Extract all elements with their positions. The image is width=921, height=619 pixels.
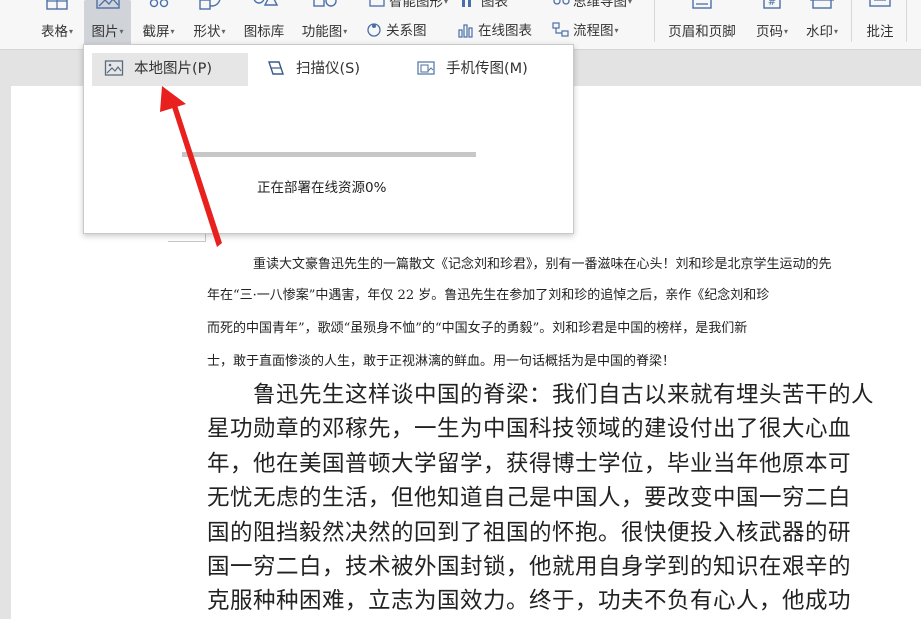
mindmap-label: 思维导图 [573,0,627,10]
shape-icon [198,0,220,10]
progress-status-text: 正在部署在线资源0% [257,180,387,196]
ribbon-separator [851,0,852,42]
paragraph-line: 国一穷二白，技术被外国封锁，他就用自身学到的知识在艰辛的 [207,554,852,580]
chevron-down-icon: ▾ [628,0,633,6]
picture-button[interactable]: 图片▾ [84,0,131,46]
icon-library-button[interactable]: 图标库 [239,0,289,46]
paragraph-line: 鲁迅先生这样谈中国的脊梁：我们自古以来就有埋头苦干的人 [253,382,875,408]
chart-icon [460,0,478,9]
scanner-icon [266,57,286,75]
flowchart-button[interactable]: 流程图▾ [552,19,619,41]
function-chart-button[interactable]: 功能图▾ [296,0,353,46]
mindmap-button[interactable]: 思维导图▾ [552,0,632,12]
chart-label: 图表 [481,0,508,10]
relation-chart-button[interactable]: 关系图 [365,19,427,41]
paragraph-line: 年在“三·一八惨案”中遇害，年仅 22 岁。鲁迅先生在参加了刘和珍的追悼之后，亲… [207,288,770,303]
smartart-icon [368,0,386,9]
header-footer-label: 页眉和页脚 [668,24,736,40]
local-picture-item[interactable]: 本地图片(P) [92,53,248,86]
paragraph-line: 重读大文豪鲁迅先生的一篇散文《记念刘和珍君》，别有一番滋味在心头！刘和珍是北京学… [253,257,832,272]
paragraph-line: 无忧无虑的生活，但他知道自己是中国人，要改变中国一穷二白 [207,485,852,511]
chevron-down-icon: ▾ [343,27,348,36]
picture-insert-dropdown: 本地图片(P) 扫描仪(S) 手机传图(M) 正在部署在线资源0% [83,44,574,234]
picture-button-label: 图片 [91,24,119,40]
ribbon-separator [906,0,907,42]
page-number-icon: # [763,0,781,9]
comment-icon [869,0,891,7]
phone-upload-item[interactable]: 手机传图(M) [412,53,562,86]
chevron-down-icon: ▾ [614,26,619,35]
picture-icon [95,0,120,9]
chevron-down-icon: ▾ [68,27,73,36]
paragraph-line: 克服种种困难，立志为国效力。终于，功夫不负有心人，他成功 [207,588,852,614]
header-footer-icon [692,0,712,9]
screenshot-button[interactable]: 截屏▾ [135,0,182,46]
header-footer-button[interactable]: 页眉和页脚 [661,0,743,46]
paragraph-line: 年，他在美国普顿大学留学，获得博士学位，毕业当年他原本可 [207,451,852,477]
page-number-button[interactable]: # 页码▾ [749,0,795,46]
flowchart-icon [552,22,570,38]
scissors-icon [149,0,168,8]
online-chart-icon [457,22,475,38]
paragraph-line: 士，敢于直面惨淡的人生，敢于正视淋漓的鲜血。用一句话概括为是中国的脊梁！ [207,354,676,369]
icon-library-icon [253,0,278,6]
paragraph-line: 国的阻挡毅然决然的回到了祖国的怀抱。很快便投入核武器的研 [207,520,852,546]
table-button-label: 表格 [40,24,68,40]
relation-icon [365,22,383,38]
online-chart-label: 在线图表 [478,23,532,39]
paragraph-line: 星功勋章的邓稼先，一生为中国科技领域的建设付出了很大心血 [207,416,852,442]
smartart-button[interactable]: 智能图形▾ [368,0,448,12]
chevron-down-icon: ▾ [119,27,124,36]
chart-button[interactable]: 图表 [460,0,508,12]
chevron-down-icon: ▾ [170,27,175,36]
flowchart-label: 流程图 [573,23,614,39]
page-number-label: 页码 [755,24,783,40]
function-chart-button-label: 功能图 [301,24,343,40]
online-chart-button[interactable]: 在线图表 [457,19,532,41]
mindmap-icon [552,0,570,9]
comment-button[interactable]: 批注 [858,0,902,46]
watermark-label: 水印 [805,24,833,40]
ribbon-toolbar: 表格▾ 图片▾ 截屏▾ 形状▾ 图标库 功能图▾ 智能图形▾ 图表 思维导图▾ … [0,0,921,50]
comment-label: 批注 [866,24,894,40]
phone-image-icon [416,57,436,75]
progress-bar [182,152,476,157]
function-chart-icon [312,0,337,7]
shape-button[interactable]: 形状▾ [186,0,233,46]
paragraph-line: 而死的中国青年”，歌颂“虽殒身不恤”的“中国女子的勇毅”。刘和珍君是中国的榜样，… [207,321,748,336]
table-icon [46,0,68,10]
svg-text:#: # [768,0,776,8]
ribbon-separator [654,0,655,42]
table-button[interactable]: 表格▾ [34,0,80,46]
shape-button-label: 形状 [193,24,221,40]
chevron-down-icon: ▾ [833,27,838,36]
local-picture-label: 本地图片(P) [134,61,213,77]
phone-upload-label: 手机传图(M) [446,61,528,77]
chevron-down-icon: ▾ [783,27,788,36]
relation-chart-label: 关系图 [386,23,427,39]
scanner-label: 扫描仪(S) [296,61,361,77]
screenshot-button-label: 截屏 [142,24,170,40]
image-icon [104,57,124,76]
scanner-item[interactable]: 扫描仪(S) [262,53,392,86]
watermark-icon [810,0,834,9]
smartart-label: 智能图形 [389,0,443,10]
icon-library-button-label: 图标库 [243,24,285,40]
page-margin-mark [168,241,206,242]
chevron-down-icon: ▾ [444,0,449,6]
chevron-down-icon: ▾ [221,27,226,36]
watermark-button[interactable]: 水印▾ [799,0,845,46]
